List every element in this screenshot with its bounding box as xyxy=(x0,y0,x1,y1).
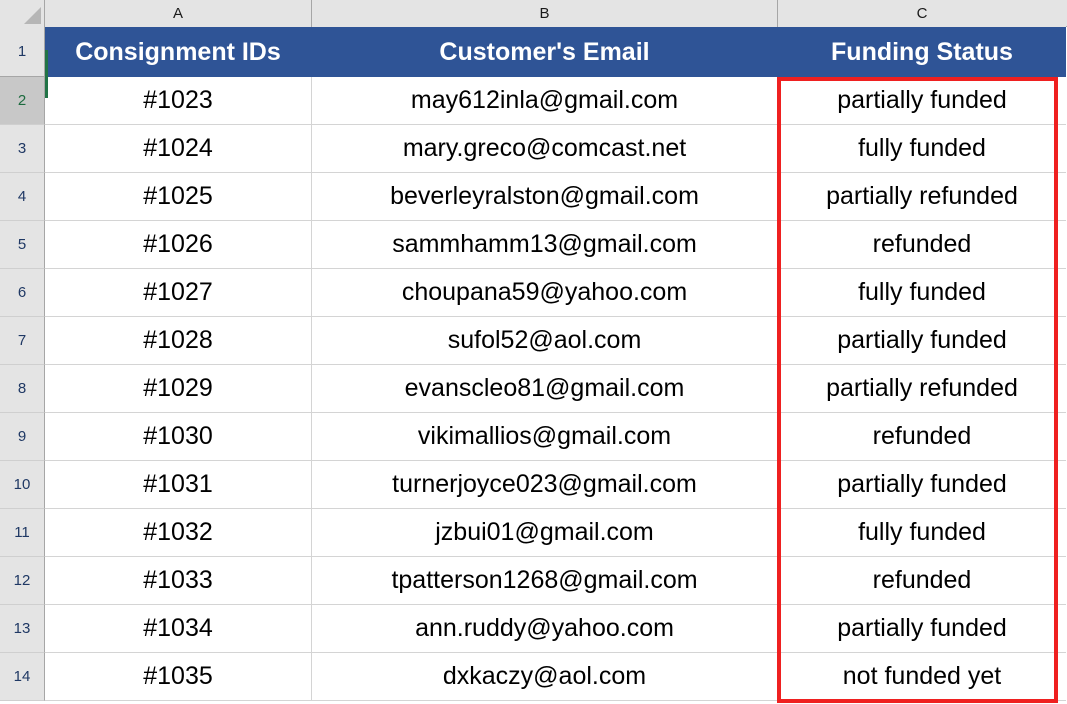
table-header-row: 1 Consignment IDs Customer's Email Fundi… xyxy=(0,27,1067,77)
row-number-13[interactable]: 13 xyxy=(0,605,45,653)
select-all-corner-button[interactable] xyxy=(0,0,45,27)
row-number-9[interactable]: 9 xyxy=(0,413,45,461)
cell-consignment-id[interactable]: #1034 xyxy=(45,605,312,653)
cell-customer-email[interactable]: dxkaczy@aol.com xyxy=(312,653,778,701)
table-row: 3 #1024 mary.greco@comcast.net fully funded xyxy=(0,125,1067,173)
header-cell-funding-status[interactable]: Funding Status xyxy=(778,27,1066,77)
cell-consignment-id[interactable]: #1026 xyxy=(45,221,312,269)
table-row: 11 #1032 jzbui01@gmail.com fully funded xyxy=(0,509,1067,557)
table-row: 10 #1031 turnerjoyce023@gmail.com partially… xyxy=(0,461,1067,509)
table-row: 13 #1034 ann.ruddy@yahoo.com partially fund… xyxy=(0,605,1067,653)
table-row: 7 #1028 sufol52@aol.com partially funded xyxy=(0,317,1067,365)
column-header-strip: A B C xyxy=(0,0,1067,27)
column-header-a[interactable]: A xyxy=(45,0,312,27)
cell-funding-status[interactable]: refunded xyxy=(778,557,1066,605)
cell-customer-email[interactable]: mary.greco@comcast.net xyxy=(312,125,778,173)
cell-customer-email[interactable]: beverleyralston@gmail.com xyxy=(312,173,778,221)
row-number-8[interactable]: 8 xyxy=(0,365,45,413)
cell-customer-email[interactable]: choupana59@yahoo.com xyxy=(312,269,778,317)
column-header-c[interactable]: C xyxy=(778,0,1066,27)
cell-customer-email[interactable]: jzbui01@gmail.com xyxy=(312,509,778,557)
cell-funding-status[interactable]: partially refunded xyxy=(778,173,1066,221)
cell-consignment-id[interactable]: #1030 xyxy=(45,413,312,461)
cell-customer-email[interactable]: vikimallios@gmail.com xyxy=(312,413,778,461)
cell-customer-email[interactable]: evanscleo81@gmail.com xyxy=(312,365,778,413)
cell-funding-status[interactable]: refunded xyxy=(778,413,1066,461)
table-row: 8 #1029 evanscleo81@gmail.com partially ref… xyxy=(0,365,1067,413)
table-row: 12 #1033 tpatterson1268@gmail.com refunded xyxy=(0,557,1067,605)
table-row: 5 #1026 sammhamm13@gmail.com refunded xyxy=(0,221,1067,269)
cell-customer-email[interactable]: sufol52@aol.com xyxy=(312,317,778,365)
cell-funding-status[interactable]: refunded xyxy=(778,221,1066,269)
cell-funding-status[interactable]: not funded yet xyxy=(778,653,1066,701)
row-number-3[interactable]: 3 xyxy=(0,125,45,173)
cell-consignment-id[interactable]: #1032 xyxy=(45,509,312,557)
data-rows-container: 2 #1023 may612inla@gmail.com partially fund… xyxy=(0,77,1067,701)
cell-customer-email[interactable]: turnerjoyce023@gmail.com xyxy=(312,461,778,509)
cell-funding-status[interactable]: fully funded xyxy=(778,509,1066,557)
cell-consignment-id[interactable]: #1023 xyxy=(45,77,312,125)
select-all-triangle-icon xyxy=(24,7,41,24)
row-number-6[interactable]: 6 xyxy=(0,269,45,317)
table-row: 14 #1035 dxkaczy@aol.com not funded yet xyxy=(0,653,1067,701)
row-number-5[interactable]: 5 xyxy=(0,221,45,269)
cell-consignment-id[interactable]: #1025 xyxy=(45,173,312,221)
row-number-1[interactable]: 1 xyxy=(0,27,45,77)
active-cell-marker xyxy=(45,50,48,98)
cell-consignment-id[interactable]: #1031 xyxy=(45,461,312,509)
column-header-b[interactable]: B xyxy=(312,0,778,27)
row-number-4[interactable]: 4 xyxy=(0,173,45,221)
header-cell-customers-email[interactable]: Customer's Email xyxy=(312,27,778,77)
cell-customer-email[interactable]: may612inla@gmail.com xyxy=(312,77,778,125)
cell-consignment-id[interactable]: #1029 xyxy=(45,365,312,413)
row-number-10[interactable]: 10 xyxy=(0,461,45,509)
row-number-7[interactable]: 7 xyxy=(0,317,45,365)
cell-consignment-id[interactable]: #1027 xyxy=(45,269,312,317)
row-number-14[interactable]: 14 xyxy=(0,653,45,701)
cell-consignment-id[interactable]: #1035 xyxy=(45,653,312,701)
spreadsheet-grid: A B C 1 Consignment IDs Customer's Email… xyxy=(0,0,1067,704)
cell-funding-status[interactable]: partially funded xyxy=(778,317,1066,365)
cell-funding-status[interactable]: partially funded xyxy=(778,461,1066,509)
cell-consignment-id[interactable]: #1024 xyxy=(45,125,312,173)
cell-funding-status[interactable]: fully funded xyxy=(778,269,1066,317)
cell-funding-status[interactable]: fully funded xyxy=(778,125,1066,173)
cell-consignment-id[interactable]: #1033 xyxy=(45,557,312,605)
cell-consignment-id[interactable]: #1028 xyxy=(45,317,312,365)
cell-customer-email[interactable]: tpatterson1268@gmail.com xyxy=(312,557,778,605)
table-row: 6 #1027 choupana59@yahoo.com fully funded xyxy=(0,269,1067,317)
cell-customer-email[interactable]: ann.ruddy@yahoo.com xyxy=(312,605,778,653)
header-cell-consignment-ids[interactable]: Consignment IDs xyxy=(45,27,312,77)
grid-body: 1 Consignment IDs Customer's Email Fundi… xyxy=(0,27,1067,701)
table-row: 2 #1023 may612inla@gmail.com partially fund… xyxy=(0,77,1067,125)
row-number-2[interactable]: 2 xyxy=(0,77,45,125)
row-number-11[interactable]: 11 xyxy=(0,509,45,557)
cell-funding-status[interactable]: partially funded xyxy=(778,77,1066,125)
table-row: 9 #1030 vikimallios@gmail.com refunded xyxy=(0,413,1067,461)
row-number-12[interactable]: 12 xyxy=(0,557,45,605)
cell-funding-status[interactable]: partially refunded xyxy=(778,365,1066,413)
table-row: 4 #1025 beverleyralston@gmail.com partially… xyxy=(0,173,1067,221)
cell-customer-email[interactable]: sammhamm13@gmail.com xyxy=(312,221,778,269)
cell-funding-status[interactable]: partially funded xyxy=(778,605,1066,653)
